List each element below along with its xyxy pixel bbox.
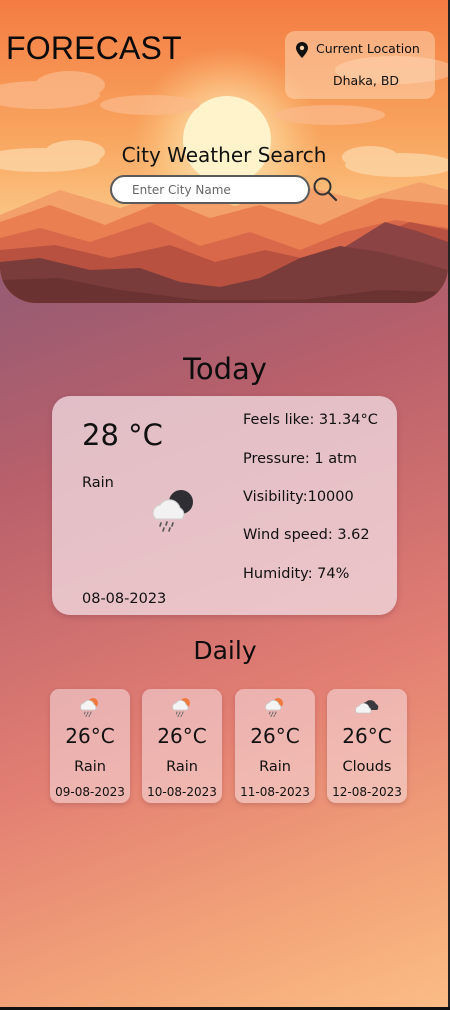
daily-date: 10-08-2023 (147, 785, 217, 799)
current-location-card[interactable]: Current Location Dhaka, BD (285, 31, 435, 99)
today-heading: Today (183, 352, 267, 386)
daily-heading: Daily (193, 636, 257, 665)
clouds-icon (355, 700, 379, 714)
daily-temperature: 26°C (65, 724, 115, 748)
current-location-city: Dhaka, BD (333, 73, 400, 88)
daily-date: 12-08-2023 (332, 785, 402, 799)
today-temperature: 28 °C (82, 418, 163, 452)
humidity: Humidity: 74% (243, 566, 350, 582)
hero-banner: FORECAST Current Location Dhaka, BD City… (0, 0, 448, 303)
daily-forecast-card[interactable]: 26°C Rain 09-08-2023 (50, 689, 130, 803)
daily-temperature: 26°C (157, 724, 207, 748)
today-date: 08-08-2023 (82, 591, 167, 607)
daily-forecast-card[interactable]: 26°C Clouds 12-08-2023 (327, 689, 407, 803)
daily-condition: Rain (74, 759, 106, 775)
daily-temperature: 26°C (250, 724, 300, 748)
today-condition: Rain (82, 475, 114, 491)
rain-cloud-night-icon (152, 490, 193, 532)
location-pin-icon (296, 42, 308, 58)
visibility: Visibility:10000 (243, 489, 354, 505)
rain-sun-icon (265, 698, 283, 717)
search-title: City Weather Search (121, 143, 327, 167)
search-icon[interactable] (312, 176, 338, 202)
pressure: Pressure: 1 atm (243, 451, 357, 467)
daily-condition: Rain (166, 759, 198, 775)
rain-sun-icon (172, 698, 190, 717)
feels-like: Feels like: 31.34°C (243, 412, 378, 428)
city-search-input[interactable] (110, 175, 310, 204)
daily-date: 09-08-2023 (55, 785, 125, 799)
daily-forecast-card[interactable]: 26°C Rain 10-08-2023 (142, 689, 222, 803)
rain-sun-icon (80, 698, 98, 717)
daily-condition: Clouds (342, 759, 392, 775)
today-weather-card: 28 °C Rain 08-08-2023 Feels like: 31.34°… (52, 396, 397, 615)
daily-temperature: 26°C (342, 724, 392, 748)
current-location-label: Current Location (316, 41, 420, 56)
wind-speed: Wind speed: 3.62 (243, 527, 370, 543)
daily-date: 11-08-2023 (240, 785, 310, 799)
app-title: FORECAST (6, 30, 182, 66)
daily-condition: Rain (259, 759, 291, 775)
daily-forecast-card[interactable]: 26°C Rain 11-08-2023 (235, 689, 315, 803)
